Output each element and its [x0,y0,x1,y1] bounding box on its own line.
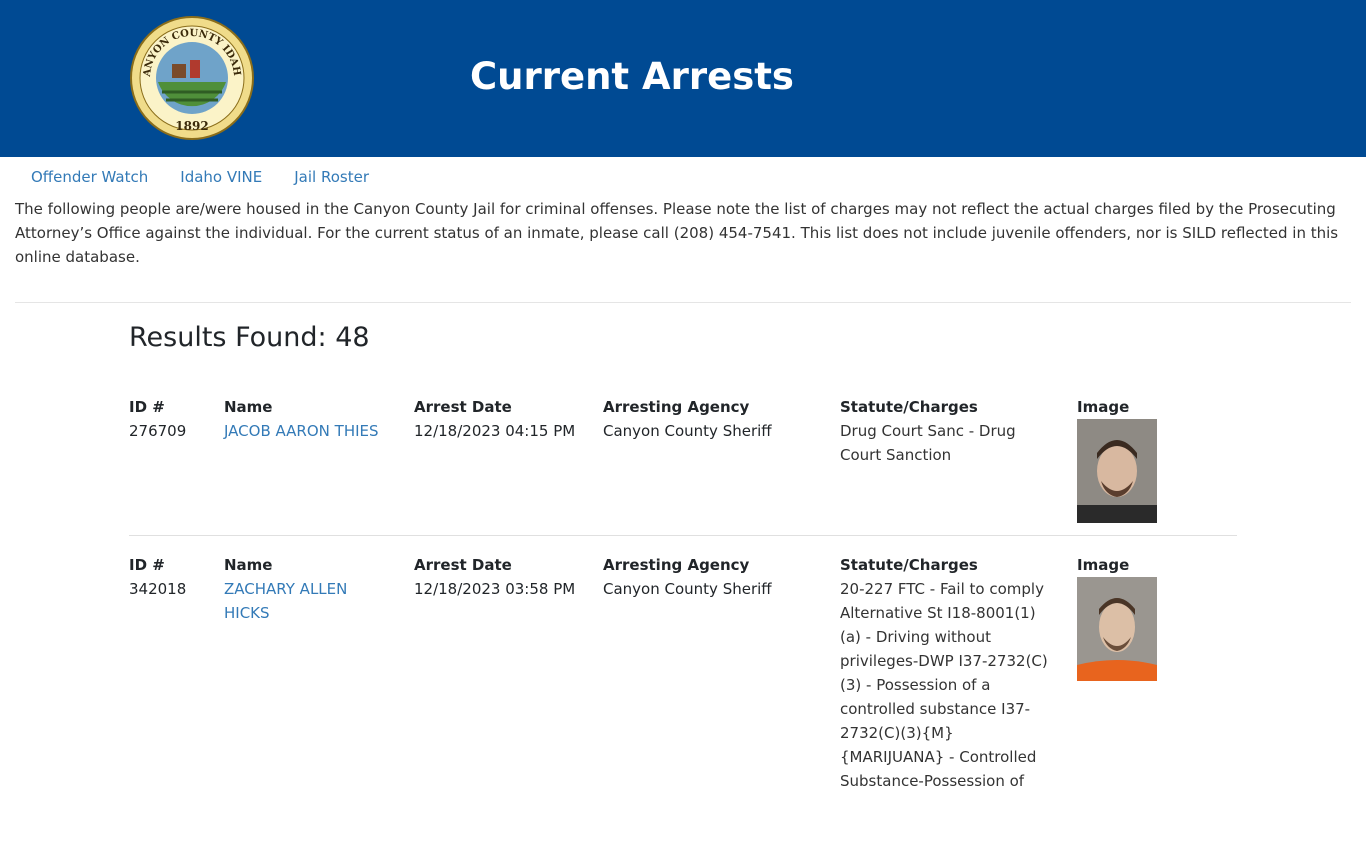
county-seal-icon: CANYON COUNTY IDAHO 1892 [130,16,254,140]
intro-text: The following people are/were housed in … [15,197,1351,303]
record-name-cell: Name ZACHARY ALLEN HICKS [224,553,394,625]
image-header: Image [1077,398,1130,416]
seal-year: 1892 [175,119,208,133]
record-name-cell: Name JACOB AARON THIES [224,395,394,443]
record-date-cell: Arrest Date 12/18/2023 03:58 PM [414,553,594,601]
record-charges-cell: Statute/Charges 20-227 FTC - Fail to com… [840,553,1055,793]
record-agency-cell: Arresting Agency Canyon County Sheriff [603,395,823,443]
record-id-cell: ID # 342018 [129,553,219,601]
records-list: ID # 276709 Name JACOB AARON THIES Arres… [129,395,1237,856]
record-id: 342018 [129,580,187,598]
agency-header: Arresting Agency [603,398,750,416]
record-date-cell: Arrest Date 12/18/2023 04:15 PM [414,395,594,443]
top-nav: Offender Watch Idaho VINE Jail Roster [0,157,1366,197]
date-header: Arrest Date [414,556,512,574]
charges-header: Statute/Charges [840,398,978,416]
record-row: ID # 342018 Name ZACHARY ALLEN HICKS Arr… [129,536,1237,856]
date-header: Arrest Date [414,398,512,416]
record-charges-cell: Statute/Charges Drug Court Sanc - Drug C… [840,395,1055,467]
record-agency: Canyon County Sheriff [603,422,772,440]
record-image-cell: Image [1077,553,1177,681]
record-row: ID # 276709 Name JACOB AARON THIES Arres… [129,395,1237,536]
charges-header: Statute/Charges [840,556,978,574]
page-title: Current Arrests [470,55,794,98]
record-name-link[interactable]: ZACHARY ALLEN HICKS [224,577,374,625]
name-header: Name [224,556,273,574]
record-date: 12/18/2023 03:58 PM [414,580,576,598]
mugshot-image[interactable] [1077,577,1157,681]
nav-offender-watch[interactable]: Offender Watch [15,157,164,197]
nav-jail-roster[interactable]: Jail Roster [278,157,385,197]
record-name-link[interactable]: JACOB AARON THIES [224,422,379,440]
record-charges: Drug Court Sanc - Drug Court Sanction [840,422,1016,464]
site-header: CANYON COUNTY IDAHO 1892 Current Arrests [0,0,1366,157]
record-agency: Canyon County Sheriff [603,580,772,598]
id-header: ID # [129,556,165,574]
agency-header: Arresting Agency [603,556,750,574]
record-image-cell: Image [1077,395,1177,523]
record-id-cell: ID # 276709 [129,395,219,443]
image-header: Image [1077,556,1130,574]
record-date: 12/18/2023 04:15 PM [414,422,576,440]
name-header: Name [224,398,273,416]
record-charges: 20-227 FTC - Fail to comply Alternative … [840,580,1048,790]
id-header: ID # [129,398,165,416]
results-count: Results Found: 48 [129,322,370,353]
mugshot-image[interactable] [1077,419,1157,523]
record-id: 276709 [129,422,187,440]
record-agency-cell: Arresting Agency Canyon County Sheriff [603,553,823,601]
nav-idaho-vine[interactable]: Idaho VINE [164,157,278,197]
